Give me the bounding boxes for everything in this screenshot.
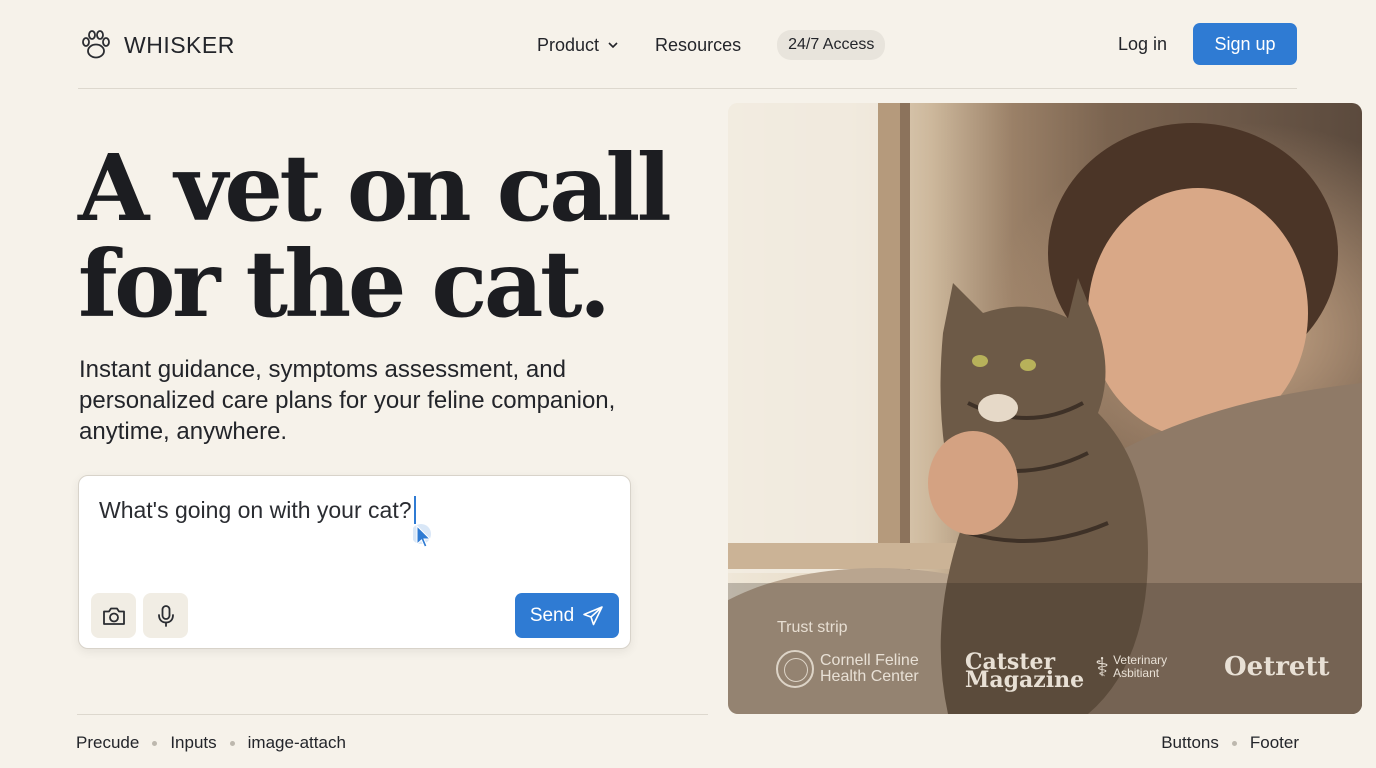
separator-dot [1231, 740, 1237, 746]
logo-veterinary-text: Veterinary Asbitiant [1113, 653, 1168, 680]
hero-subtitle: Instant guidance, symptoms assessment, a… [79, 356, 616, 445]
text-caret [413, 496, 416, 524]
brand-name: WHISKER [124, 31, 235, 58]
nav-resources[interactable]: Resources [655, 35, 741, 56]
footer-link-inputs[interactable]: Inputs [170, 733, 216, 753]
paper-plane-icon [583, 605, 603, 625]
footer-links: Buttons Footer [1161, 733, 1299, 753]
seal-icon [776, 650, 814, 688]
footer-link-footer[interactable]: Footer [1250, 733, 1299, 753]
camera-icon [102, 607, 125, 625]
hero-title-line-1: A vet on call [78, 134, 672, 242]
footer-link-buttons[interactable]: Buttons [1161, 733, 1219, 753]
attach-photo-button[interactable] [91, 593, 136, 638]
access-badge: 24/7 Access [777, 30, 886, 60]
logo-cornell-text: Cornell Feline Health Center [820, 652, 919, 685]
microphone-icon [157, 604, 174, 627]
mouse-pointer-icon [413, 524, 432, 548]
footer-link-image-attach[interactable]: image-attach [248, 733, 346, 753]
send-label: Send [529, 604, 575, 626]
separator-dot [229, 740, 235, 746]
voice-input-button[interactable] [143, 593, 188, 638]
logo-oetrett: Oetrett [1224, 652, 1330, 682]
logo-catster: Catster Magazine [965, 649, 1085, 693]
hero-title-line-2: for the cat. [78, 230, 611, 338]
chevron-down-icon [608, 42, 618, 49]
trust-strip-label: Trust strip [777, 619, 848, 636]
footer-breadcrumbs: Precude Inputs image-attach [76, 733, 346, 753]
logo-veterinary: ⚕ Veterinary Asbitiant [1095, 652, 1203, 682]
send-button[interactable]: Send [515, 593, 619, 638]
auth-actions: Log in Sign up [1118, 23, 1297, 65]
paw-icon [82, 30, 110, 59]
caduceus-icon: ⚕ [1095, 652, 1110, 682]
symptom-input-card: What's going on with your cat? Send [78, 475, 631, 649]
login-link[interactable]: Log in [1118, 34, 1167, 55]
footer-link-precude[interactable]: Precude [76, 733, 139, 753]
separator-dot [152, 740, 158, 746]
logo-cornell-feline: Cornell Feline Health Center [776, 650, 930, 688]
symptom-input-value: What's going on with your cat? [99, 496, 412, 523]
nav-product[interactable]: Product [537, 35, 619, 56]
signup-button[interactable]: Sign up [1193, 23, 1297, 65]
site-header: WHISKER Product Resources 24/7 Access Lo… [78, 20, 1297, 70]
main-nav: Product Resources 24/7 Access [537, 20, 886, 70]
header-divider [78, 88, 1297, 89]
brand-logo[interactable]: WHISKER [78, 27, 235, 63]
footer-divider [77, 714, 708, 715]
hero-title: A vet on call for the cat. [78, 140, 718, 332]
symptom-input[interactable]: What's going on with your cat? [99, 496, 416, 524]
nav-product-label: Product [537, 34, 600, 55]
hero-photo: Trust strip Cornell Feline Health Center… [728, 103, 1362, 714]
